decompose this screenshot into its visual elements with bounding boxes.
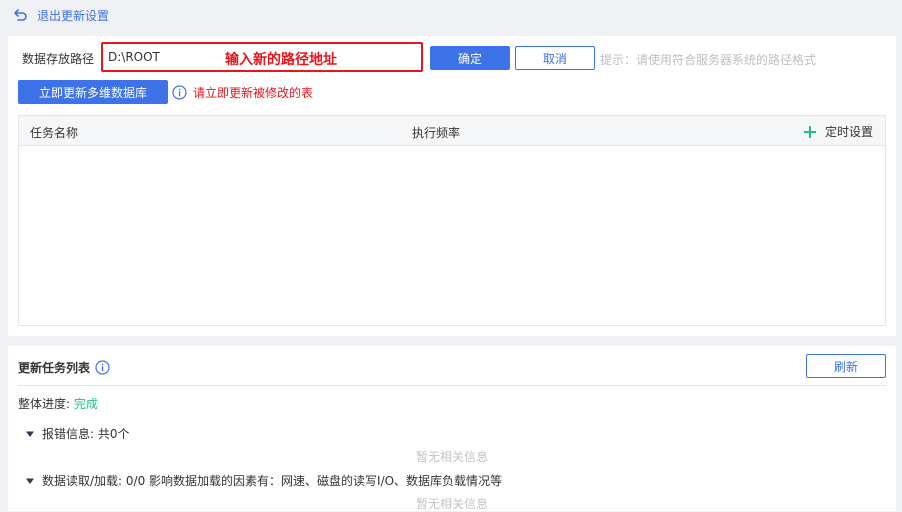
task-list-title: 更新任务列表 xyxy=(18,359,110,376)
timer-settings-button[interactable]: 定时设置 xyxy=(803,123,873,140)
task-list-title-text: 更新任务列表 xyxy=(18,361,91,375)
update-now-button[interactable]: 立即更新多维数据库 xyxy=(18,80,168,104)
io-label: 数据读取/加载: 0/0 影响数据加载的因素有：网速、磁盘的读写I/O、数据库负… xyxy=(42,474,503,488)
errors-empty: 暂无相关信息 xyxy=(415,450,488,464)
path-row: 数据存放路径 输入新的路径地址 确定 取消 提示：请使用符合服务器系统的路径格式 xyxy=(8,42,896,72)
divider xyxy=(18,385,886,386)
timer-settings-label: 定时设置 xyxy=(824,125,873,139)
overall-progress: 整体进度: 完成 xyxy=(18,395,98,412)
path-annotation: 输入新的路径地址 xyxy=(225,52,337,68)
task-list-panel: 更新任务列表 刷新 整体进度: 完成 报错信息: 共0个 暂无相关信息 数据读取… xyxy=(8,346,896,511)
progress-status: 完成 xyxy=(73,397,98,411)
cancel-button[interactable]: 取消 xyxy=(515,46,595,70)
info-icon[interactable] xyxy=(95,360,110,375)
caret-down-icon xyxy=(25,429,35,439)
info-icon xyxy=(172,85,187,100)
exit-update-settings-link[interactable]: 退出更新设置 xyxy=(0,0,902,30)
caret-down-icon xyxy=(25,476,35,486)
io-section-toggle[interactable]: 数据读取/加载: 0/0 影响数据加载的因素有：网速、磁盘的读写I/O、数据库负… xyxy=(25,472,502,489)
column-task-name: 任务名称 xyxy=(30,126,79,140)
schedule-table: 任务名称 执行频率 定时设置 xyxy=(18,115,886,326)
update-warning-text: 请立即更新被修改的表 xyxy=(193,86,314,100)
back-arrow-icon xyxy=(14,8,28,22)
path-label: 数据存放路径 xyxy=(22,52,95,66)
path-hint: 提示：请使用符合服务器系统的路径格式 xyxy=(600,53,817,67)
update-row: 立即更新多维数据库 请立即更新被修改的表 xyxy=(8,80,896,104)
exit-update-settings-label: 退出更新设置 xyxy=(37,8,110,23)
io-empty: 暂无相关信息 xyxy=(415,497,488,511)
settings-panel: 数据存放路径 输入新的路径地址 确定 取消 提示：请使用符合服务器系统的路径格式… xyxy=(8,36,896,336)
errors-label: 报错信息: 共0个 xyxy=(42,427,130,441)
errors-section-toggle[interactable]: 报错信息: 共0个 xyxy=(25,425,130,442)
progress-label: 整体进度: xyxy=(18,397,71,411)
schedule-table-header: 任务名称 执行频率 定时设置 xyxy=(19,116,885,146)
refresh-button[interactable]: 刷新 xyxy=(806,354,886,378)
plus-icon xyxy=(803,125,817,139)
path-input-box[interactable]: 输入新的路径地址 xyxy=(101,42,423,72)
path-input[interactable] xyxy=(108,49,218,65)
column-frequency: 执行频率 xyxy=(412,126,461,140)
confirm-button[interactable]: 确定 xyxy=(430,46,510,70)
update-warning: 请立即更新被修改的表 xyxy=(172,84,313,101)
